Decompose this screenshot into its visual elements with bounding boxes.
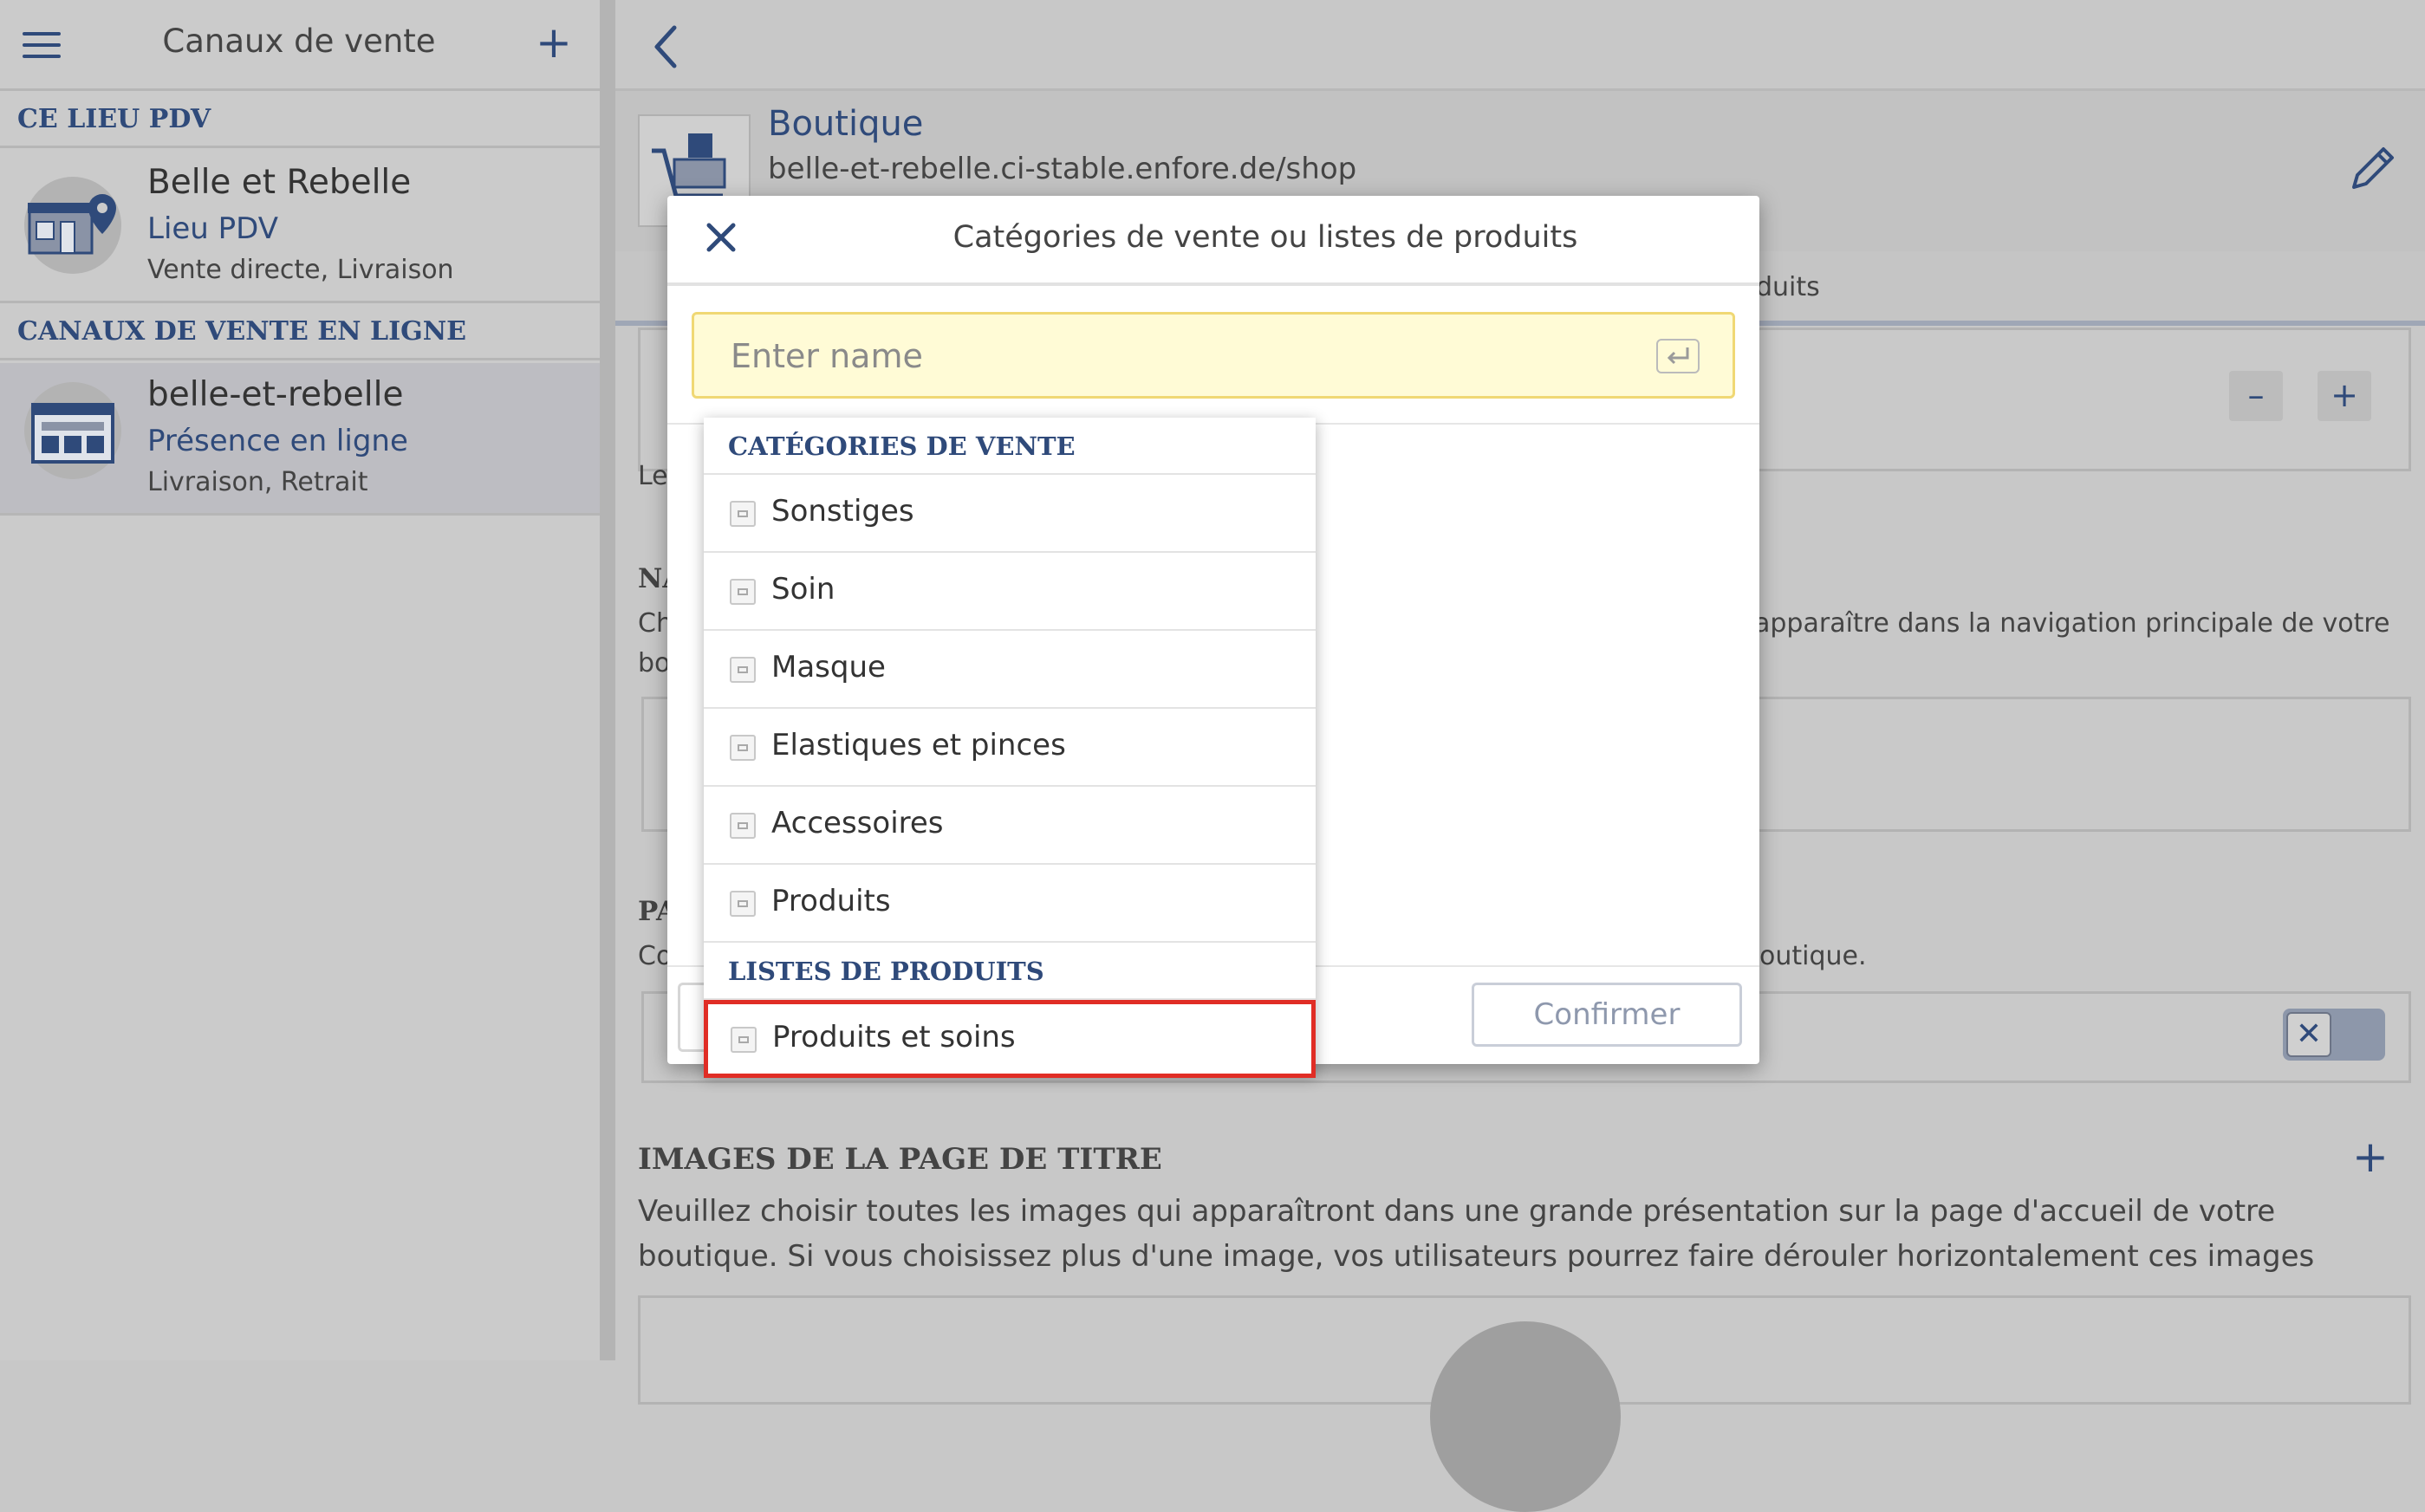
- list-item-label: Produits: [771, 884, 891, 918]
- panel-divider[interactable]: [600, 0, 615, 1360]
- category-icon: [730, 657, 756, 683]
- stepper-plus-button[interactable]: +: [2318, 371, 2371, 421]
- category-icon: [730, 891, 756, 917]
- enter-key-icon[interactable]: [1656, 339, 1700, 373]
- sidebar-item-title: belle-et-rebelle: [147, 375, 404, 414]
- section-online-label: CANAUX DE VENTE EN LIGNE: [0, 303, 600, 360]
- stepper-minus-button[interactable]: –: [2229, 371, 2283, 421]
- list-item[interactable]: Accessoires: [704, 787, 1316, 865]
- category-icon: [730, 735, 756, 761]
- tab-products[interactable]: duits: [1756, 272, 1820, 302]
- list-item-label: Produits et soins: [772, 1020, 1016, 1055]
- back-arrow-icon[interactable]: [648, 21, 683, 73]
- name-input[interactable]: [729, 334, 1599, 379]
- shop-title: Boutique: [768, 104, 924, 144]
- list-item[interactable]: Elastiques et pinces: [704, 709, 1316, 787]
- text-fragment: Le: [638, 461, 668, 491]
- image-placeholder: [1430, 1321, 1621, 1512]
- sidebar-item-subtitle: Présence en ligne: [147, 424, 408, 458]
- sidebar-item-pos[interactable]: Belle et Rebelle Lieu PDV Vente directe,…: [0, 151, 600, 303]
- sidebar-item-title: Belle et Rebelle: [147, 163, 412, 202]
- add-channel-button[interactable]: +: [536, 21, 572, 64]
- list-item-label: Masque: [771, 650, 886, 685]
- list-item[interactable]: Sonstiges: [704, 475, 1316, 553]
- product-list-icon: [731, 1027, 757, 1053]
- close-icon[interactable]: [700, 217, 742, 258]
- confirm-button[interactable]: Confirmer: [1472, 983, 1742, 1047]
- toggle-switch[interactable]: ✕: [2283, 1009, 2385, 1061]
- sidebar-item-meta: Livraison, Retrait: [147, 467, 368, 497]
- boutique-description: outique.: [1759, 941, 1867, 971]
- store-location-icon: [24, 177, 121, 274]
- list-item-label: Elastiques et pinces: [771, 728, 1066, 762]
- images-section-description: Veuillez choisir toutes les images qui a…: [638, 1194, 2315, 1274]
- section-pos-label: CE LIEU PDV: [0, 91, 600, 148]
- text-fragment: bo: [638, 648, 671, 678]
- add-image-button[interactable]: +: [2352, 1135, 2389, 1178]
- pencil-icon[interactable]: [2347, 142, 2399, 194]
- sidebar-item-subtitle: Lieu PDV: [147, 211, 279, 246]
- sidebar-item-meta: Vente directe, Livraison: [147, 255, 454, 285]
- list-item-label: Soin: [771, 572, 835, 607]
- modal-header: Catégories de vente ou listes de produit…: [667, 196, 1759, 286]
- modal-title: Catégories de vente ou listes de produit…: [952, 220, 1578, 255]
- menu-icon[interactable]: [23, 32, 61, 58]
- dropdown-section-categories: CATÉGORIES DE VENTE: [704, 418, 1316, 475]
- category-icon: [730, 579, 756, 605]
- category-icon: [730, 501, 756, 527]
- list-item-highlighted[interactable]: Produits et soins: [704, 1000, 1316, 1078]
- sidebar-title: Canaux de vente: [162, 23, 436, 60]
- list-item[interactable]: Masque: [704, 631, 1316, 709]
- category-icon: [730, 813, 756, 839]
- sidebar: Canaux de vente + CE LIEU PDV Belle et R…: [0, 0, 600, 1360]
- list-item[interactable]: Soin: [704, 553, 1316, 631]
- browser-window-icon: [24, 382, 121, 479]
- dropdown-section-lists: LISTES DE PRODUITS: [704, 943, 1316, 1000]
- list-item[interactable]: Produits: [704, 865, 1316, 943]
- cancel-button[interactable]: [678, 983, 706, 1052]
- list-item-label: Accessoires: [771, 806, 944, 840]
- sidebar-header: Canaux de vente +: [0, 0, 600, 91]
- shop-url: belle-et-rebelle.ci-stable.enfore.de/sho…: [768, 152, 1357, 186]
- sidebar-item-online[interactable]: belle-et-rebelle Présence en ligne Livra…: [0, 363, 600, 516]
- list-item-label: Sonstiges: [771, 494, 914, 529]
- name-input-wrapper: [692, 312, 1735, 399]
- navigation-description: apparaître dans la navigation principale…: [1754, 608, 2390, 639]
- close-icon: ✕: [2286, 1012, 2331, 1057]
- images-section-title: IMAGES DE LA PAGE DE TITRE: [638, 1142, 1162, 1177]
- suggestion-dropdown: CATÉGORIES DE VENTE Sonstiges Soin Masqu…: [704, 418, 1316, 1078]
